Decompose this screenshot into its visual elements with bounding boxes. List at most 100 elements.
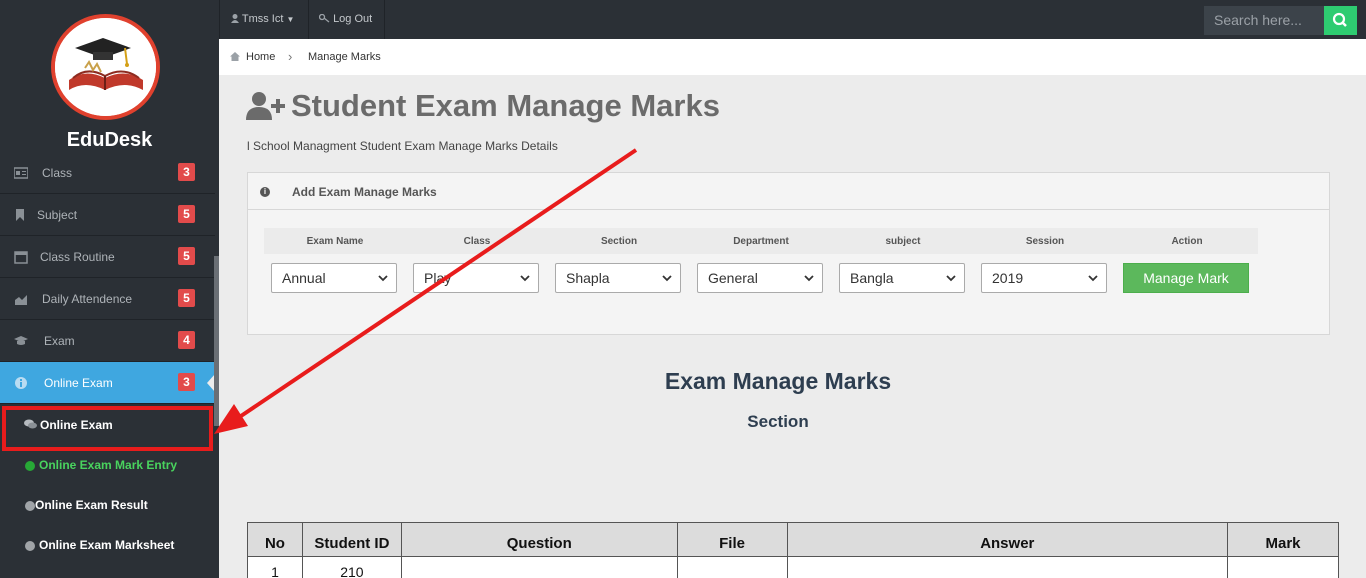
chevron-down-icon	[946, 275, 956, 282]
submenu-item-label: Online Exam Marksheet	[39, 538, 175, 552]
caret-down-icon: ▼	[286, 15, 295, 24]
chevron-down-icon	[804, 275, 814, 282]
table-cell	[786, 556, 1229, 578]
sidebar-item-label: Class	[42, 166, 73, 180]
submenu-item-label: Online Exam Result	[35, 498, 148, 512]
table-row: 1 210	[247, 556, 1339, 578]
breadcrumb: Home › Manage Marks	[219, 39, 1366, 75]
count-badge: 4	[178, 331, 195, 349]
sidebar-item-class[interactable]: Class 3	[0, 152, 215, 194]
column-header: Answer	[786, 522, 1229, 557]
submenu-item-result[interactable]: Online Exam Result	[0, 484, 215, 524]
chevron-down-icon	[520, 275, 530, 282]
sidebar-item-exam[interactable]: Exam 4	[0, 320, 215, 362]
results-title: Exam Manage Marks	[664, 368, 892, 394]
page-subtitle: l School Managment Student Exam Manage M…	[247, 139, 558, 153]
manage-mark-button[interactable]: Manage Mark	[1123, 263, 1249, 293]
submenu-item-marksheet[interactable]: Online Exam Marksheet	[0, 524, 215, 564]
select-value: Annual	[282, 270, 326, 286]
column-header: Mark	[1227, 522, 1339, 557]
sidebar: EduDesk Class 3 Subject 5 Class Routine …	[0, 0, 219, 578]
circle-icon	[25, 461, 35, 471]
circle-icon	[25, 541, 35, 551]
class-select[interactable]: Play	[413, 263, 539, 293]
sidebar-scrollbar[interactable]	[214, 256, 219, 426]
column-header: Question	[400, 522, 678, 557]
sidebar-menu: Class 3 Subject 5 Class Routine 5 Daily …	[0, 152, 215, 404]
submenu-item-online-exam[interactable]: Online Exam	[0, 404, 215, 444]
table-header-row: No Student ID Question File Answer Mark	[247, 522, 1339, 557]
sidebar-item-label: Daily Attendence	[42, 292, 133, 306]
search-button[interactable]	[1324, 6, 1357, 35]
comments-icon	[24, 419, 37, 429]
panel-header: i Add Exam Manage Marks	[248, 173, 1329, 210]
id-card-icon	[14, 167, 28, 179]
logout-label: Log Out	[333, 13, 373, 25]
column-header: File	[676, 522, 788, 557]
sidebar-item-class-routine[interactable]: Class Routine 5	[0, 236, 215, 278]
column-header: Student ID	[301, 522, 402, 557]
select-value: 2019	[992, 270, 1024, 286]
table-cell	[1227, 556, 1339, 578]
sidebar-item-label: Class Routine	[40, 250, 115, 264]
info-icon	[15, 377, 27, 389]
count-badge: 5	[178, 289, 195, 307]
session-select[interactable]: 2019	[981, 263, 1107, 293]
bookmark-icon	[16, 209, 24, 221]
user-icon	[231, 14, 239, 23]
chevron-down-icon	[378, 275, 388, 282]
breadcrumb-current: Manage Marks	[308, 51, 381, 63]
user-menu-button[interactable]: Tmss Ict ▼	[220, 0, 309, 39]
page-title: Student Exam Manage Marks	[291, 88, 720, 123]
table-cell: 1	[247, 556, 303, 578]
submenu-item-label: Online Exam	[40, 418, 113, 432]
logout-button[interactable]: Log Out	[309, 0, 385, 39]
area-chart-icon	[15, 295, 27, 305]
select-value: Shapla	[566, 270, 610, 286]
sidebar-item-online-exam[interactable]: Online Exam 3	[0, 362, 215, 404]
brand-name: EduDesk	[66, 129, 153, 151]
key-icon	[318, 13, 330, 23]
count-badge: 5	[178, 247, 195, 265]
panel-title: Add Exam Manage Marks	[292, 185, 437, 199]
sidebar-item-subject[interactable]: Subject 5	[0, 194, 215, 236]
column-header: Session	[1025, 236, 1065, 247]
sidebar-item-label: Subject	[37, 208, 78, 222]
online-exam-submenu: Online Exam Online Exam Mark Entry Onlin…	[0, 404, 215, 564]
chevron-down-icon	[1088, 275, 1098, 282]
calendar-icon	[14, 251, 28, 264]
search-icon	[1332, 12, 1347, 27]
table-cell	[676, 556, 788, 578]
marks-table: No Student ID Question File Answer Mark …	[247, 522, 1339, 578]
school-logo[interactable]	[51, 14, 160, 120]
column-header: Action	[1171, 236, 1203, 247]
sidebar-item-label: Online Exam	[44, 376, 113, 390]
column-header: Exam Name	[306, 236, 364, 247]
info-icon: i	[260, 187, 270, 197]
home-icon	[230, 52, 240, 61]
user-name: Tmss Ict	[241, 13, 284, 25]
sidebar-item-daily-attendence[interactable]: Daily Attendence 5	[0, 278, 215, 320]
select-value: Play	[424, 270, 452, 286]
subject-select[interactable]: Bangla	[839, 263, 965, 293]
count-badge: 3	[178, 373, 195, 391]
results-subtitle: Section	[747, 412, 809, 431]
table-cell	[400, 556, 678, 578]
department-select[interactable]: General	[697, 263, 823, 293]
column-header: subject	[885, 236, 921, 247]
submenu-item-mark-entry[interactable]: Online Exam Mark Entry	[0, 444, 215, 484]
column-header: Section	[600, 236, 638, 247]
column-header: Class	[463, 236, 491, 247]
form-header-row: Exam Name Class Section Department subje…	[264, 228, 1258, 254]
search-input[interactable]: Search here...	[1204, 6, 1324, 35]
exam-name-select[interactable]: Annual	[271, 263, 397, 293]
circle-icon	[25, 501, 35, 511]
table-cell: 210	[301, 556, 402, 578]
top-navbar: Tmss Ict ▼ Log Out Search here...	[219, 0, 1366, 39]
breadcrumb-home-link[interactable]: Home	[246, 51, 275, 63]
section-select[interactable]: Shapla	[555, 263, 681, 293]
user-plus-icon	[246, 92, 285, 120]
select-value: Bangla	[850, 270, 894, 286]
arrow-head-icon	[214, 404, 248, 434]
add-marks-panel: i Add Exam Manage Marks Exam Name Class …	[247, 172, 1330, 335]
